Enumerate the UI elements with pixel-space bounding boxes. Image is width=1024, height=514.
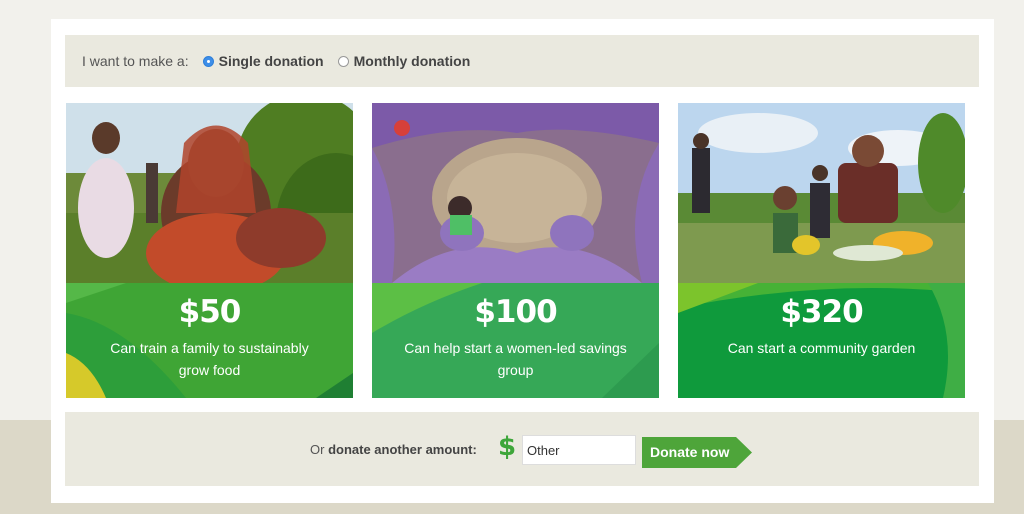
donate-now-button[interactable]: Donate now [642, 437, 752, 468]
single-donation-label: Single donation [218, 53, 324, 69]
dollar-icon: $ [498, 432, 517, 462]
monthly-donation-label: Monthly donation [353, 53, 471, 69]
savings-group-photo [372, 103, 659, 283]
donation-widget: I want to make a: Single donation Monthl… [51, 19, 994, 503]
monthly-donation-radio[interactable] [337, 55, 349, 67]
single-donation-option[interactable]: Single donation [202, 53, 324, 69]
donation-type-bar: I want to make a: Single donation Monthl… [65, 35, 979, 87]
other-amount-prefix: Or [310, 442, 329, 457]
tile-description-320: Can start a community garden [727, 340, 916, 356]
tile-amount-50: $50 [178, 294, 242, 330]
tile-description-50: Can train a family to sustainably grow f… [110, 340, 309, 378]
donation-type-lead: I want to make a: [82, 53, 189, 69]
amount-tiles: $50 Can train a family to sustainably gr… [66, 103, 979, 398]
tile-description-100: Can help start a women-led savings group [404, 340, 627, 378]
donate-now-label: Donate now [650, 444, 730, 460]
amount-tile-100[interactable]: $100 Can help start a women-led savings … [372, 103, 659, 398]
other-amount-bar: Or donate another amount: $ Donate now [65, 412, 979, 486]
community-garden-photo [678, 103, 965, 283]
monthly-donation-option[interactable]: Monthly donation [337, 53, 471, 69]
single-donation-radio[interactable] [202, 55, 214, 67]
other-amount-input[interactable] [522, 435, 636, 465]
other-amount-label: Or donate another amount: [310, 442, 477, 457]
tile-amount-320: $320 [780, 294, 863, 330]
amount-tile-50[interactable]: $50 Can train a family to sustainably gr… [66, 103, 353, 398]
farmer-photo [66, 103, 353, 283]
tile-amount-100: $100 [474, 294, 557, 330]
amount-tile-320[interactable]: $320 Can start a community garden [678, 103, 965, 398]
other-amount-bold: donate another amount: [328, 442, 477, 457]
